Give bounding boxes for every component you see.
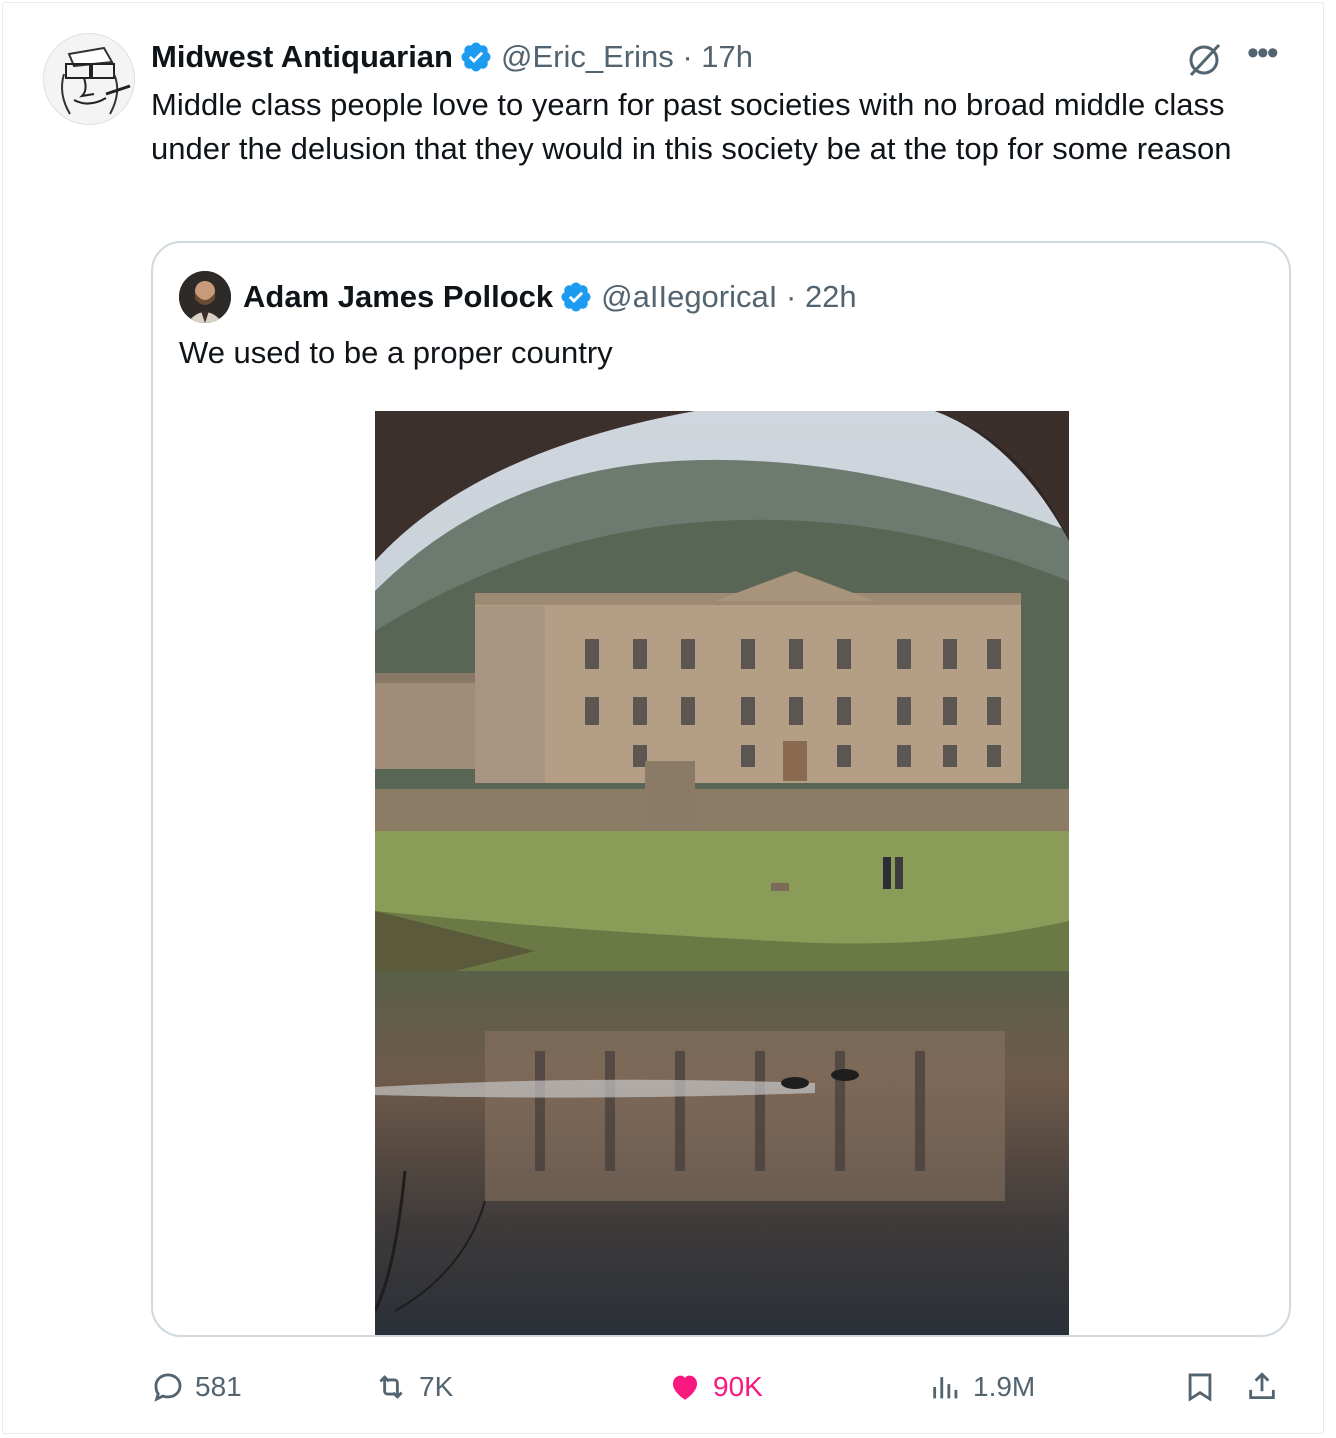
views-count: 1.9M — [973, 1371, 1036, 1402]
quoted-header: Adam James Pollock @aIIegoricaI · 22h — [243, 275, 857, 319]
reply-count: 581 — [195, 1371, 242, 1402]
repost-icon — [379, 1375, 403, 1399]
reply-icon — [154, 1373, 182, 1402]
tweet-text: Middle class people love to yearn for pa… — [151, 87, 1232, 166]
quoted-author-avatar[interactable] — [179, 271, 231, 323]
share-icon — [1249, 1372, 1275, 1400]
author-avatar[interactable] — [43, 33, 135, 125]
author-handle[interactable]: @Eric_Erins — [501, 39, 674, 75]
grok-icon[interactable] — [1185, 39, 1225, 79]
quoted-author-handle[interactable]: @aIIegoricaI — [601, 279, 777, 315]
views-icon — [933, 1377, 958, 1399]
dot-separator: · — [777, 279, 805, 314]
tweet-card: Midwest Antiquarian @Eric_Erins · 17h ••… — [2, 2, 1324, 1434]
tweet-time[interactable]: 17h — [701, 39, 753, 75]
more-icon[interactable]: ••• — [1247, 36, 1291, 75]
like-button[interactable]: 90K — [667, 1365, 763, 1409]
tweet-header: Midwest Antiquarian @Eric_Erins · 17h — [151, 35, 753, 79]
quoted-time[interactable]: 22h — [805, 279, 857, 315]
verified-badge-icon — [459, 40, 493, 74]
like-count: 90K — [713, 1371, 763, 1402]
verified-badge-icon — [559, 280, 593, 314]
heart-icon — [672, 1375, 698, 1400]
quoted-text: We used to be a proper country — [179, 335, 613, 370]
quoted-author-name[interactable]: Adam James Pollock — [243, 279, 553, 315]
quoted-tweet[interactable]: Adam James Pollock @aIIegoricaI · 22h We… — [151, 241, 1291, 1337]
reply-button[interactable]: 581 — [151, 1365, 242, 1409]
repost-button[interactable]: 7K — [373, 1365, 453, 1409]
repost-count: 7K — [419, 1371, 454, 1402]
bookmark-button[interactable] — [1183, 1365, 1227, 1409]
dot-separator: · — [673, 39, 702, 74]
share-button[interactable] — [1245, 1365, 1289, 1409]
action-bar: 581 7K 90K 1.9M — [151, 1365, 1291, 1409]
bookmark-icon — [1188, 1373, 1212, 1402]
author-name[interactable]: Midwest Antiquarian — [151, 39, 453, 75]
views-button[interactable]: 1.9M — [929, 1365, 1035, 1409]
quoted-photo[interactable] — [373, 411, 1069, 1335]
